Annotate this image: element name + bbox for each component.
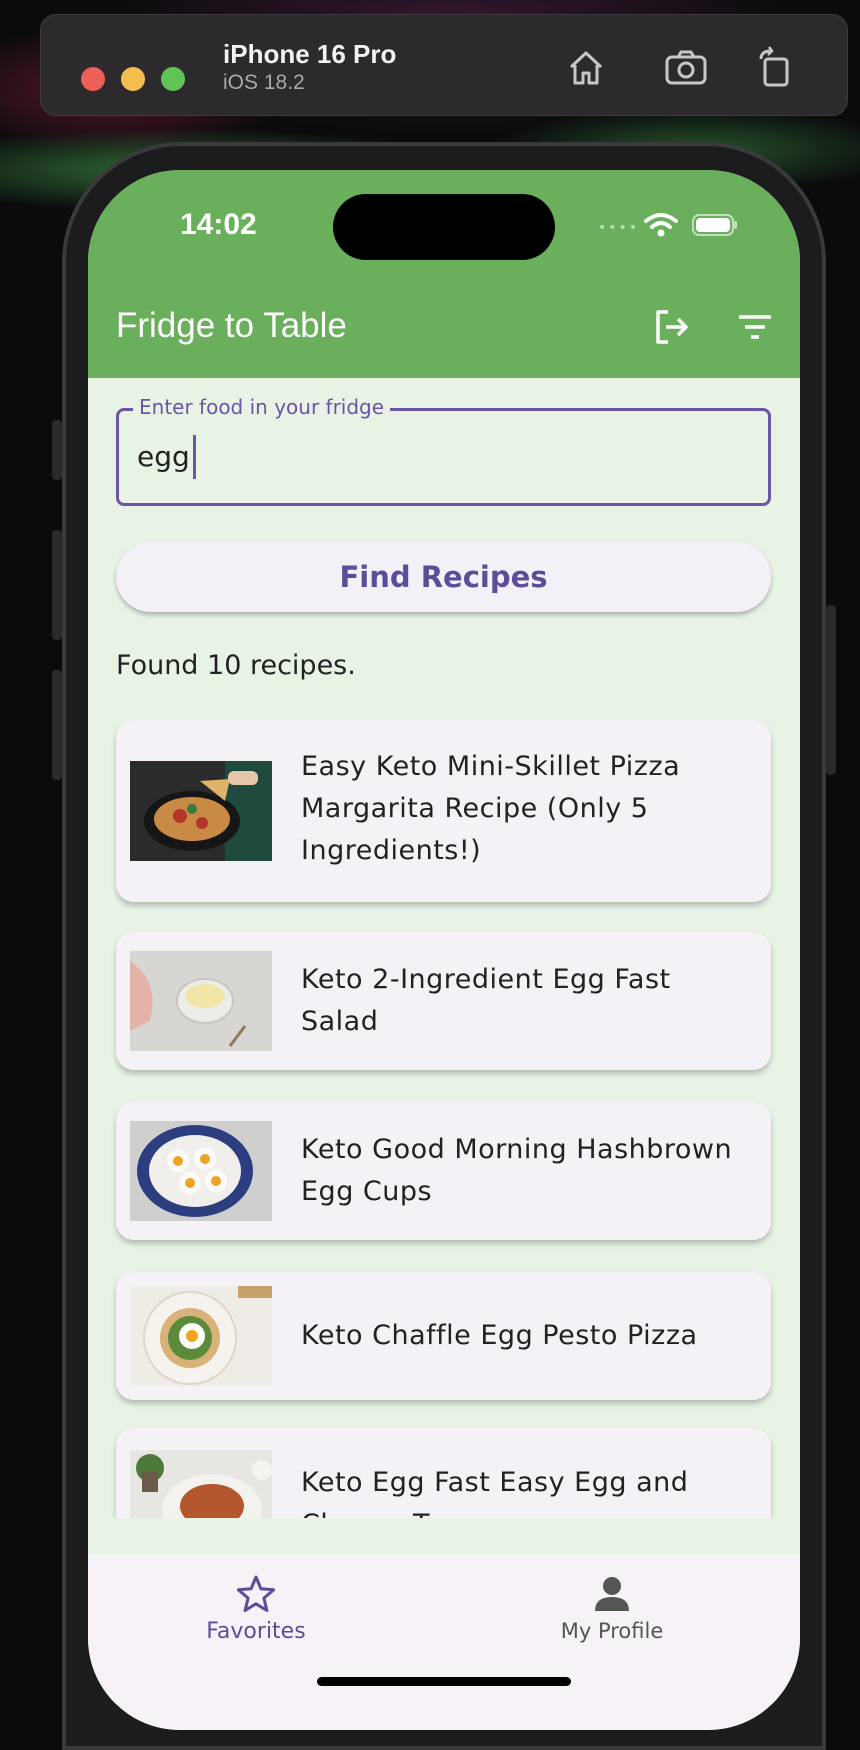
recipe-card[interactable]: Keto 2-Ingredient Egg Fast Salad bbox=[116, 932, 771, 1070]
filter-icon[interactable] bbox=[734, 306, 776, 348]
nav-favorites[interactable]: Favorites bbox=[156, 1573, 356, 1644]
recipe-title: Keto Good Morning Hashbrown Egg Cups bbox=[301, 1134, 733, 1207]
results-summary: Found 10 recipes. bbox=[116, 650, 356, 681]
nav-favorites-label: Favorites bbox=[206, 1619, 306, 1644]
food-input[interactable] bbox=[137, 431, 697, 481]
recipe-image bbox=[130, 1450, 272, 1518]
recipe-card[interactable]: Keto Chaffle Egg Pesto Pizza bbox=[116, 1272, 771, 1400]
volume-up-button bbox=[52, 530, 62, 640]
power-button bbox=[826, 605, 836, 775]
person-icon bbox=[595, 1577, 629, 1611]
recipe-title: Easy Keto Mini-Skillet Pizza Margarita R… bbox=[301, 751, 681, 866]
dynamic-island bbox=[333, 194, 555, 260]
home-indicator bbox=[317, 1677, 571, 1686]
battery-icon bbox=[692, 214, 737, 236]
zoom-window-button[interactable] bbox=[161, 67, 185, 91]
recipe-list[interactable]: Easy Keto Mini-Skillet Pizza Margarita R… bbox=[88, 720, 800, 1518]
status-time: 14:02 bbox=[180, 208, 257, 241]
phone-screen: 14:02 •••• Fridge to Table Enter food in… bbox=[88, 170, 800, 1730]
cellular-signal-icon: •••• bbox=[598, 220, 640, 236]
close-window-button[interactable] bbox=[81, 67, 105, 91]
food-field[interactable]: Enter food in your fridge bbox=[116, 395, 771, 506]
recipe-card[interactable]: Easy Keto Mini-Skillet Pizza Margarita R… bbox=[116, 720, 771, 902]
screenshot-icon[interactable] bbox=[663, 45, 709, 91]
logout-icon[interactable] bbox=[650, 306, 692, 348]
recipe-image bbox=[130, 1286, 272, 1386]
minimize-window-button[interactable] bbox=[121, 67, 145, 91]
home-icon[interactable] bbox=[563, 45, 609, 91]
recipe-image bbox=[130, 761, 272, 861]
find-recipes-button[interactable]: Find Recipes bbox=[116, 542, 771, 612]
recipe-title: Keto 2-Ingredient Egg Fast Salad bbox=[301, 964, 671, 1037]
action-button bbox=[52, 420, 62, 480]
bottom-navigation: Favorites My Profile bbox=[88, 1555, 800, 1730]
recipe-image bbox=[130, 1121, 272, 1221]
rotate-icon[interactable] bbox=[753, 45, 799, 91]
food-field-label: Enter food in your fridge bbox=[133, 395, 391, 419]
text-cursor bbox=[193, 435, 196, 479]
recipe-card[interactable]: Keto Egg Fast Easy Egg and Cheese Tacos bbox=[116, 1428, 771, 1518]
app-title: Fridge to Table bbox=[116, 306, 347, 345]
recipe-title: Keto Chaffle Egg Pesto Pizza bbox=[301, 1320, 698, 1351]
recipe-title: Keto Egg Fast Easy Egg and Cheese Tacos bbox=[301, 1467, 689, 1518]
recipe-card[interactable]: Keto Good Morning Hashbrown Egg Cups bbox=[116, 1102, 771, 1240]
device-name: iPhone 16 Pro bbox=[223, 39, 397, 69]
nav-my-profile[interactable]: My Profile bbox=[512, 1573, 712, 1643]
nav-my-profile-label: My Profile bbox=[560, 1619, 664, 1643]
recipe-image bbox=[130, 951, 272, 1051]
simulator-toolbar: iPhone 16 Pro iOS 18.2 bbox=[40, 14, 848, 116]
star-icon bbox=[236, 1575, 276, 1612]
os-version: iOS 18.2 bbox=[223, 71, 305, 94]
volume-down-button bbox=[52, 670, 62, 780]
wifi-icon bbox=[644, 213, 678, 237]
